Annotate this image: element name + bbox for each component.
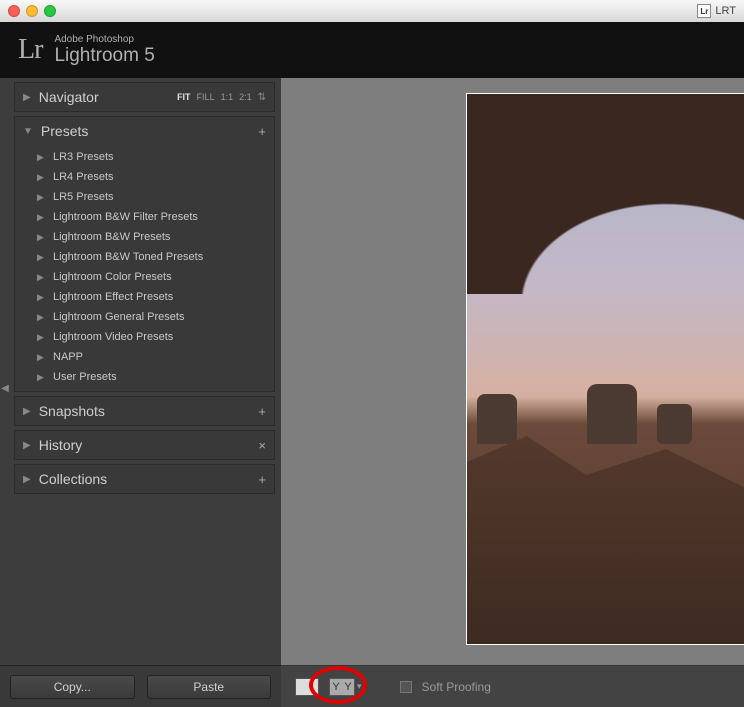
preset-folder[interactable]: ▶ Lightroom General Presets [21, 307, 268, 327]
preset-label: NAPP [53, 351, 83, 363]
triangle-right-icon: ▶ [37, 152, 45, 163]
product-label: Lightroom 5 [54, 45, 154, 66]
app-header: Lr Adobe Photoshop Lightroom 5 [0, 22, 744, 78]
navigator-label: Navigator [39, 89, 177, 105]
triangle-right-icon: ▶ [37, 312, 45, 323]
before-after-view-button[interactable]: Y Y [329, 678, 355, 696]
preset-label: User Presets [53, 371, 117, 383]
snapshots-section: ▶ Snapshots + [14, 396, 275, 426]
left-panel: ◀ ▶ Navigator FIT FILL 1:1 2:1 ⇅ [0, 78, 281, 707]
copy-paste-bar: Copy... Paste [0, 665, 281, 707]
zoom-2-1[interactable]: 2:1 [239, 92, 252, 102]
collections-label: Collections [39, 471, 259, 487]
collections-section: ▶ Collections + [14, 464, 275, 494]
preset-label: LR5 Presets [53, 191, 114, 203]
presets-label: Presets [41, 123, 259, 139]
zoom-stepper-icon[interactable]: ⇅ [258, 92, 266, 103]
preset-folder[interactable]: ▶ NAPP [21, 347, 268, 367]
navigator-header[interactable]: ▶ Navigator FIT FILL 1:1 2:1 ⇅ [15, 83, 274, 111]
triangle-right-icon: ▶ [23, 406, 31, 417]
close-window-button[interactable] [8, 5, 20, 17]
presets-section: ▼ Presets + ▶ LR3 Presets ▶ LR4 Presets ▶ L… [14, 116, 275, 392]
preset-folder[interactable]: ▶ Lightroom Effect Presets [21, 287, 268, 307]
preset-label: LR3 Presets [53, 151, 114, 163]
snapshots-label: Snapshots [39, 403, 259, 419]
zoom-1-1[interactable]: 1:1 [221, 92, 234, 102]
window-titlebar: Lr LRT [0, 0, 744, 22]
triangle-right-icon: ▶ [37, 232, 45, 243]
triangle-right-icon: ▶ [23, 440, 31, 451]
triangle-down-icon: ▼ [23, 126, 33, 137]
navigator-zoom-ratios: FIT FILL 1:1 2:1 ⇅ [177, 92, 266, 103]
zoom-fill[interactable]: FILL [197, 92, 215, 102]
panel-collapse-grip[interactable]: ◀ [0, 378, 10, 398]
suite-label: Adobe Photoshop [54, 34, 154, 45]
minimize-window-button[interactable] [26, 5, 38, 17]
preset-label: Lightroom B&W Filter Presets [53, 211, 198, 223]
soft-proofing-checkbox[interactable] [400, 681, 412, 693]
history-label: History [39, 437, 259, 453]
y-left-icon: Y [330, 679, 342, 695]
triangle-right-icon: ▶ [37, 352, 45, 363]
title-right: Lr LRT [697, 4, 736, 18]
triangle-right-icon: ▶ [23, 92, 31, 103]
triangle-right-icon: ▶ [37, 272, 45, 283]
presets-list: ▶ LR3 Presets ▶ LR4 Presets ▶ LR5 Presets ▶… [15, 145, 274, 391]
traffic-lights [8, 5, 56, 17]
preset-folder[interactable]: ▶ Lightroom B&W Toned Presets [21, 247, 268, 267]
preset-label: Lightroom General Presets [53, 311, 184, 323]
image-canvas[interactable] [281, 78, 744, 665]
copy-button[interactable]: Copy... [10, 675, 135, 699]
loupe-view-button[interactable] [295, 678, 319, 696]
triangle-right-icon: ▶ [37, 212, 45, 223]
lrt-icon: Lr [697, 4, 711, 18]
triangle-right-icon: ▶ [37, 192, 45, 203]
preset-label: Lightroom Effect Presets [53, 291, 173, 303]
main-panel: Y Y ▾ Soft Proofing [281, 78, 744, 707]
preset-folder[interactable]: ▶ User Presets [21, 367, 268, 387]
preview-image [466, 93, 744, 645]
history-section: ▶ History × [14, 430, 275, 460]
snapshots-header[interactable]: ▶ Snapshots + [15, 397, 274, 425]
preset-folder[interactable]: ▶ LR3 Presets [21, 147, 268, 167]
preset-folder[interactable]: ▶ Lightroom Video Presets [21, 327, 268, 347]
app-logo: Lr [18, 34, 42, 66]
preset-folder[interactable]: ▶ LR4 Presets [21, 167, 268, 187]
triangle-right-icon: ▶ [37, 332, 45, 343]
triangle-right-icon: ▶ [23, 474, 31, 485]
preset-folder[interactable]: ▶ Lightroom B&W Filter Presets [21, 207, 268, 227]
preset-label: Lightroom Video Presets [53, 331, 173, 343]
before-after-dropdown-icon[interactable]: ▾ [357, 681, 362, 692]
add-snapshot-icon[interactable]: + [258, 404, 266, 419]
app-title-block: Adobe Photoshop Lightroom 5 [54, 34, 154, 67]
title-right-label: LRT [715, 5, 736, 17]
preset-folder[interactable]: ▶ Lightroom Color Presets [21, 267, 268, 287]
preset-label: Lightroom Color Presets [53, 271, 172, 283]
zoom-fit[interactable]: FIT [177, 92, 191, 102]
preset-label: Lightroom B&W Presets [53, 231, 170, 243]
triangle-right-icon: ▶ [37, 252, 45, 263]
paste-button[interactable]: Paste [147, 675, 272, 699]
add-preset-icon[interactable]: + [258, 124, 266, 139]
zoom-window-button[interactable] [44, 5, 56, 17]
collections-header[interactable]: ▶ Collections + [15, 465, 274, 493]
preset-label: Lightroom B&W Toned Presets [53, 251, 203, 263]
preset-label: LR4 Presets [53, 171, 114, 183]
triangle-right-icon: ▶ [37, 372, 45, 383]
preset-folder[interactable]: ▶ Lightroom B&W Presets [21, 227, 268, 247]
history-header[interactable]: ▶ History × [15, 431, 274, 459]
soft-proofing-label: Soft Proofing [422, 680, 491, 694]
navigator-section: ▶ Navigator FIT FILL 1:1 2:1 ⇅ [14, 82, 275, 112]
add-collection-icon[interactable]: + [258, 472, 266, 487]
y-right-icon: Y [342, 679, 354, 695]
triangle-right-icon: ▶ [37, 292, 45, 303]
develop-toolbar: Y Y ▾ Soft Proofing [281, 665, 744, 707]
presets-header[interactable]: ▼ Presets + [15, 117, 274, 145]
preset-folder[interactable]: ▶ LR5 Presets [21, 187, 268, 207]
triangle-right-icon: ▶ [37, 172, 45, 183]
clear-history-icon[interactable]: × [258, 438, 266, 453]
